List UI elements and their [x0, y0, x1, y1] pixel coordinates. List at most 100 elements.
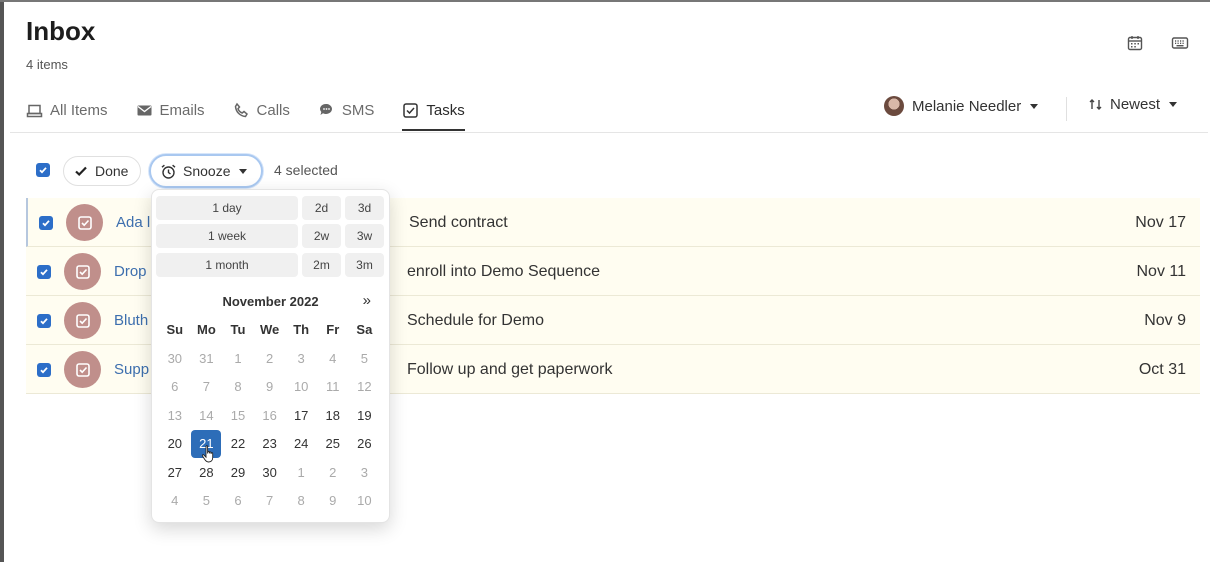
calendar-icon[interactable]: [1126, 34, 1144, 52]
calendar-day[interactable]: 2: [254, 344, 286, 372]
task-subject[interactable]: Send contract: [409, 214, 508, 232]
tab-label: SMS: [341, 101, 375, 119]
row-checkbox[interactable]: [39, 216, 53, 230]
weekday-label: Sa: [356, 322, 373, 337]
envelope-icon: [137, 105, 152, 115]
calendar-day[interactable]: 27: [159, 458, 191, 486]
task-subject[interactable]: enroll into Demo Sequence: [407, 263, 600, 281]
owner-filter-dropdown[interactable]: Melanie Needler: [884, 96, 1039, 116]
check-icon: [42, 220, 50, 227]
calendar-day[interactable]: 11: [317, 373, 349, 401]
snooze-3-days-button[interactable]: 3d: [345, 196, 384, 220]
calendar-day[interactable]: 18: [317, 401, 349, 429]
snooze-2-weeks-button[interactable]: 2w: [302, 224, 341, 248]
calendar-day[interactable]: 8: [285, 487, 317, 515]
row-checkbox[interactable]: [37, 314, 51, 328]
check-icon: [40, 367, 48, 374]
calendar-day[interactable]: 3: [349, 458, 381, 486]
task-icon: [64, 253, 101, 290]
calendar-week: 4 5 6 7 8 9 10: [159, 487, 380, 516]
tab-label: Tasks: [426, 101, 465, 119]
calendar-day[interactable]: 7: [254, 487, 286, 515]
calendar-day[interactable]: 16: [254, 401, 286, 429]
task-date: Nov 9: [1144, 312, 1186, 329]
snooze-label: Snooze: [183, 163, 231, 179]
snooze-3-weeks-button[interactable]: 3w: [345, 224, 384, 248]
calendar-day[interactable]: 9: [254, 373, 286, 401]
calendar-day[interactable]: 5: [191, 487, 223, 515]
done-label: Done: [95, 163, 129, 179]
snooze-3-months-button[interactable]: 3m: [345, 253, 384, 277]
tab-all-items[interactable]: All Items: [26, 96, 108, 124]
tab-sms[interactable]: SMS: [318, 96, 375, 124]
calendar-day[interactable]: 7: [191, 373, 223, 401]
snooze-2-months-button[interactable]: 2m: [302, 253, 341, 277]
done-button[interactable]: Done: [63, 156, 142, 186]
calendar-day[interactable]: 6: [159, 373, 191, 401]
calendar-day[interactable]: 3: [285, 344, 317, 372]
snooze-popover: 1 day 2d 3d 1 week 2w 3w 1 month 2m 3m N…: [151, 189, 390, 523]
calendar-day[interactable]: 22: [222, 430, 254, 458]
calendar-day[interactable]: 10: [349, 487, 381, 515]
quick-snooze-row: 1 month 2m 3m: [156, 253, 388, 277]
calendar-day[interactable]: 20: [159, 430, 191, 458]
snooze-2-days-button[interactable]: 2d: [302, 196, 341, 220]
row-checkbox[interactable]: [37, 265, 51, 279]
contact-link[interactable]: Bluth: [114, 312, 148, 329]
calendar-day[interactable]: 4: [317, 344, 349, 372]
snooze-1-week-button[interactable]: 1 week: [156, 224, 298, 248]
calendar-day[interactable]: 5: [349, 344, 381, 372]
snooze-1-month-button[interactable]: 1 month: [156, 253, 298, 277]
calendar-day[interactable]: 14: [191, 401, 223, 429]
sort-icon: [1089, 99, 1102, 110]
calendar-day[interactable]: 4: [159, 487, 191, 515]
task-icon: [64, 351, 101, 388]
calendar-day[interactable]: 17: [285, 401, 317, 429]
calendar-day[interactable]: 9: [317, 487, 349, 515]
calendar-day[interactable]: 30: [254, 458, 286, 486]
tabs-divider: [10, 132, 1208, 133]
weekday-label: Mo: [197, 322, 216, 337]
calendar-day[interactable]: 26: [349, 430, 381, 458]
calendar-day[interactable]: 15: [222, 401, 254, 429]
calendar-day[interactable]: 31: [191, 344, 223, 372]
avatar: [884, 96, 904, 116]
row-checkbox[interactable]: [37, 363, 51, 377]
weekday-header: Su Mo Tu We Th Fr Sa: [159, 322, 380, 337]
calendar-day[interactable]: 19: [349, 401, 381, 429]
calendar-day[interactable]: 8: [222, 373, 254, 401]
calendar-week: 13 14 15 16 17 18 19: [159, 401, 380, 430]
snooze-1-day-button[interactable]: 1 day: [156, 196, 298, 220]
calendar-day[interactable]: 6: [222, 487, 254, 515]
calendar-day[interactable]: 12: [349, 373, 381, 401]
calendar-day[interactable]: 1: [222, 344, 254, 372]
keyboard-icon[interactable]: [1171, 34, 1189, 52]
select-all-checkbox[interactable]: [36, 163, 50, 177]
task-subject[interactable]: Follow up and get paperwork: [407, 361, 612, 379]
weekday-label: Tu: [230, 322, 246, 337]
quick-snooze-row: 1 day 2d 3d: [156, 196, 388, 220]
calendar-day[interactable]: 1: [285, 458, 317, 486]
contact-link[interactable]: Supp: [114, 361, 149, 378]
calendar-day[interactable]: 30: [159, 344, 191, 372]
snooze-button[interactable]: Snooze: [149, 154, 264, 188]
calendar-day[interactable]: 10: [285, 373, 317, 401]
calendar-day[interactable]: 29: [222, 458, 254, 486]
alarm-clock-icon: [161, 164, 176, 179]
contact-link[interactable]: Drop: [114, 263, 147, 280]
tab-emails[interactable]: Emails: [136, 96, 205, 124]
chat-icon: [319, 103, 332, 115]
calendar-day[interactable]: 2: [317, 458, 349, 486]
task-subject[interactable]: Schedule for Demo: [407, 312, 544, 330]
calendar-day[interactable]: 24: [285, 430, 317, 458]
calendar-day[interactable]: 25: [317, 430, 349, 458]
calendar-day[interactable]: 23: [254, 430, 286, 458]
sort-dropdown[interactable]: Newest: [1088, 96, 1178, 113]
tab-calls[interactable]: Calls: [233, 96, 290, 124]
next-month-button[interactable]: »: [363, 292, 371, 309]
calendar-week: 6 7 8 9 10 11 12: [159, 373, 380, 402]
window-top-edge: [0, 0, 1210, 2]
calendar-day[interactable]: 13: [159, 401, 191, 429]
tab-tasks[interactable]: Tasks: [402, 96, 466, 131]
contact-link[interactable]: Ada l: [116, 214, 150, 231]
